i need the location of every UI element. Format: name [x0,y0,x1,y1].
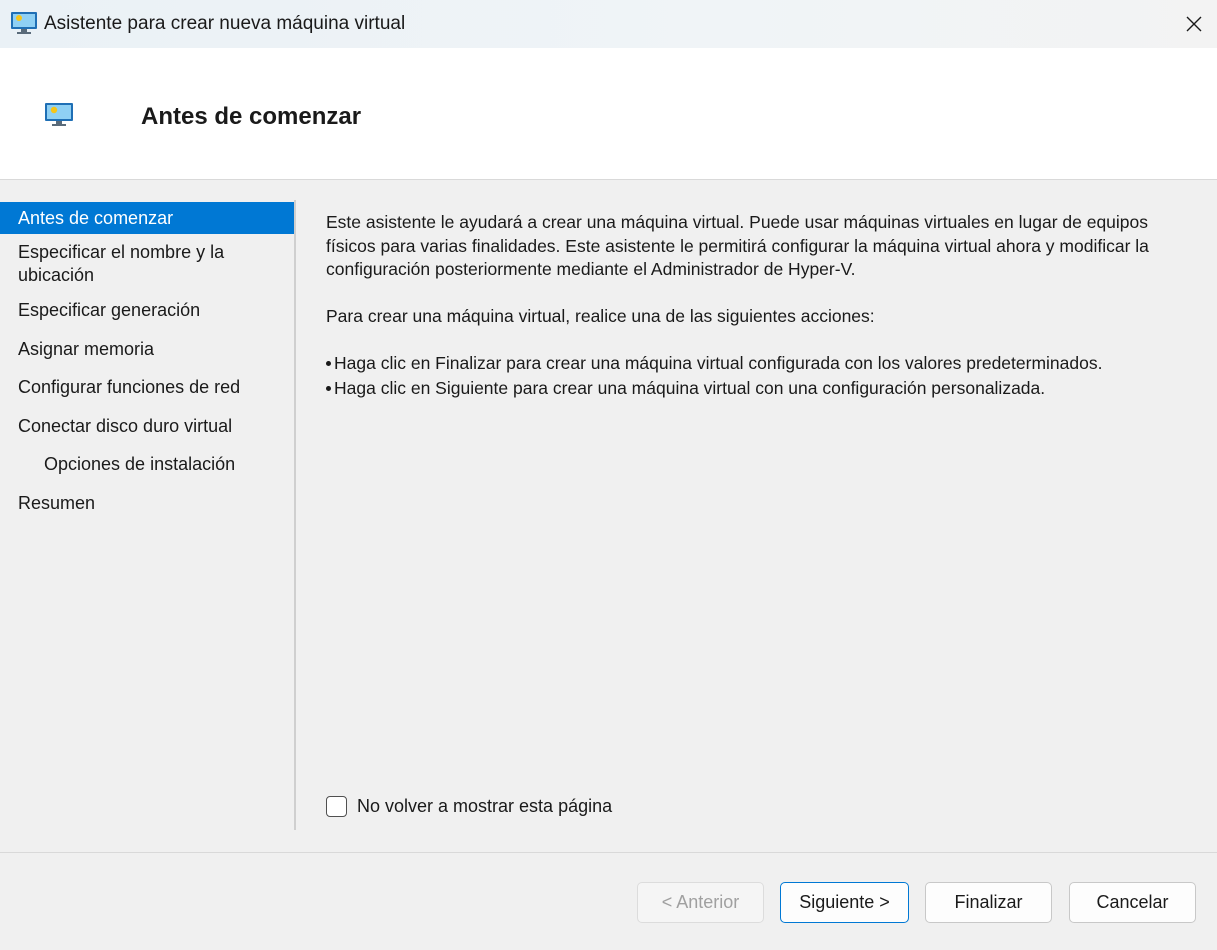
list-item: Haga clic en Siguiente para crear una má… [326,376,1196,401]
sidebar-item-label: Asignar memoria [18,339,155,359]
sidebar-item-label: Especificar generación [18,300,201,320]
sidebar-item-label: Configurar funciones de red [18,377,241,397]
wizard-content: Este asistente le ayudará a crear una má… [326,211,1196,400]
sidebar-item-label: Opciones de instalación [44,454,236,474]
sidebar-item-funciones-red[interactable]: Configurar funciones de red [0,376,294,399]
wizard-header: Antes de comenzar [0,48,1217,180]
sidebar-item-resumen[interactable]: Resumen [0,492,294,515]
instruction-text: Para crear una máquina virtual, realice … [326,305,875,326]
sidebar-item-antes-de-comenzar[interactable]: Antes de comenzar [0,202,294,234]
checkbox-box[interactable] [326,796,347,817]
sidebar-item-label: Especificar el nombre y la ubicación [18,242,225,285]
page-title: Antes de comenzar [141,103,362,130]
list-item: Haga clic en Finalizar para crear una má… [326,351,1196,376]
sidebar-item-nombre-ubicacion[interactable]: Especificar el nombre y la ubicación [0,241,294,287]
checkbox-label: No volver a mostrar esta página [357,796,613,816]
sidebar-item-memoria[interactable]: Asignar memoria [0,338,294,361]
hyper-v-monitor-icon [45,103,73,126]
title-bar: Asistente para crear nueva máquina virtu… [0,0,1217,48]
cancel-button[interactable]: Cancelar [1069,882,1196,923]
intro-text: Este asistente le ayudará a crear una má… [326,212,1149,279]
sidebar-item-label: Conectar disco duro virtual [18,416,233,436]
footer-divider [0,852,1217,853]
options-list: Haga clic en Finalizar para crear una má… [326,351,1196,400]
sidebar-item-opciones-instalacion[interactable]: Opciones de instalación [0,453,294,476]
close-button[interactable] [1171,0,1217,48]
window-title: Asistente para crear nueva máquina virtu… [44,13,406,34]
finish-button[interactable]: Finalizar [925,882,1052,923]
close-icon [1186,16,1202,32]
dont-show-again-checkbox[interactable]: No volver a mostrar esta página [326,796,612,817]
next-button[interactable]: Siguiente > [780,882,909,923]
sidebar-item-disco-duro[interactable]: Conectar disco duro virtual [0,415,294,438]
sidebar-item-label: Antes de comenzar [18,208,174,228]
sidebar-item-generacion[interactable]: Especificar generación [0,299,294,322]
previous-button[interactable]: < Anterior [637,882,764,923]
hyper-v-monitor-icon [11,12,37,34]
wizard-steps-sidebar: Antes de comenzar Especificar el nombre … [0,200,296,830]
sidebar-item-label: Resumen [18,493,96,513]
